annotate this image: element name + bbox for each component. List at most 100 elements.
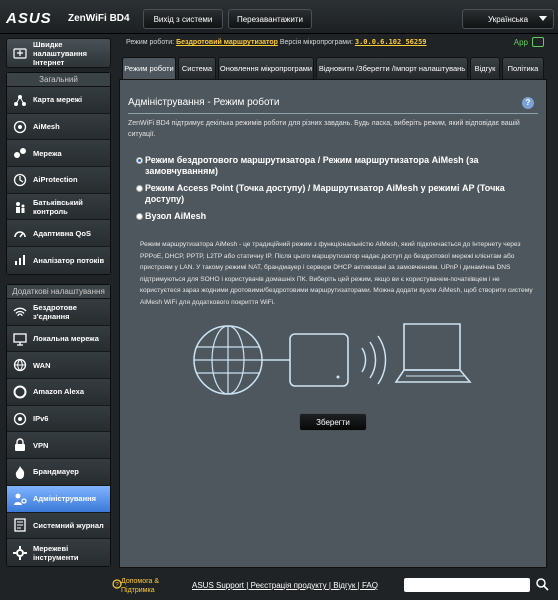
sidebar-item-label: Адміністрування [33, 494, 97, 504]
top-bar: ASUS ZenWiFi BD4 Вихід з системи Перезав… [0, 0, 558, 34]
sidebar-item-vpn[interactable]: VPN [7, 432, 110, 460]
network-icon [13, 146, 27, 160]
main-panel: Адміністрування - Режим роботи ? ZenWiFi… [119, 79, 547, 568]
sidebar-item-adaptive-qos[interactable]: Адаптивна QoS [7, 220, 110, 248]
help-support-label[interactable]: Допомога & Підтримка [121, 577, 191, 595]
laptop-icon [394, 323, 472, 383]
system-log-icon [13, 518, 27, 532]
radio-label: Режим бездротового маршрутизатора / Режи… [145, 155, 479, 176]
help-icon[interactable]: ? [522, 97, 534, 109]
radio-wireless-router-mode[interactable]: Режим бездротового маршрутизатора / Режи… [136, 155, 531, 177]
radio-unselected-icon [136, 185, 143, 192]
mode-description: Режим маршрутизатора AiMesh - це традиці… [140, 241, 533, 306]
search-input[interactable] [404, 578, 530, 592]
sidebar-item-network[interactable]: Мережа [7, 140, 110, 168]
tab-privacy[interactable]: Політика [502, 57, 544, 79]
sidebar-item-label: VPN [33, 440, 49, 450]
chevron-down-icon [539, 16, 547, 21]
sidebar-item-aimesh[interactable]: AiMesh [7, 113, 110, 141]
sidebar-item-label: Системний журнал [33, 520, 104, 530]
firmware-version-link[interactable]: 3.0.0.6.102_56259 [355, 38, 427, 46]
firmware-prefix: Версія мікропрограми: [279, 39, 353, 46]
sidebar-item-label: WAN [33, 360, 51, 370]
sidebar-item-label: AiProtection [33, 175, 78, 185]
sidebar-item-label: Мережа [33, 148, 62, 158]
operation-mode-link[interactable]: Бездротовий маршрутизатор [176, 39, 278, 46]
search-icon[interactable] [535, 577, 549, 591]
sidebar-item-system-log[interactable]: Системний журнал [7, 512, 110, 540]
tab-firmware-upgrade[interactable]: Оновлення мікропрограми [218, 57, 314, 79]
firewall-icon [13, 465, 27, 479]
tab-operation-mode[interactable]: Режим роботи [122, 57, 176, 79]
footer-links: ASUS Support | Реєстрація продукту | Від… [192, 581, 378, 590]
sidebar-item-parental-control[interactable]: Батьківський контроль [7, 193, 110, 221]
mode-illustration [193, 323, 472, 395]
footer-link-asus-support[interactable]: ASUS Support [192, 581, 244, 590]
globe-icon [193, 325, 263, 395]
save-button[interactable]: Зберегти [299, 413, 367, 431]
wireless-icon [13, 305, 27, 319]
sidebar-item-label: AiMesh [33, 122, 60, 132]
radio-selected-icon [136, 157, 143, 164]
qos-icon [13, 226, 27, 240]
language-select[interactable]: Українська [462, 9, 554, 29]
logout-button[interactable]: Вихід з системи [143, 9, 223, 29]
sidebar-item-ipv6[interactable]: IPv6 [7, 405, 110, 433]
footer-link-feedback[interactable]: Відгук [333, 581, 355, 590]
aimesh-icon [13, 120, 27, 134]
sidebar-item-label: Мережеві інструменти [33, 543, 79, 562]
sidebar-item-label: Локальна мережа [33, 334, 99, 344]
tab-restore-save-settings[interactable]: Відновити /Зберегти /Імпорт налаштувань [316, 57, 468, 79]
vpn-icon [13, 438, 27, 452]
tab-feedback[interactable]: Відгук [470, 57, 500, 79]
sidebar-item-administration[interactable]: Адміністрування [7, 485, 110, 513]
radio-access-point-mode[interactable]: Режим Access Point (Точка доступу) / Мар… [136, 183, 531, 205]
traffic-analyzer-icon [13, 253, 27, 267]
network-tools-icon [13, 545, 27, 560]
advanced-group: Додаткові налаштування Бездротове з'єдна… [6, 284, 111, 567]
sidebar-item-aiprotection[interactable]: AiProtection [7, 167, 110, 194]
sidebar-item-label: Батьківський контроль [33, 197, 83, 216]
brand-logo: ASUS [6, 10, 52, 27]
general-header: Загальний [7, 73, 110, 87]
sidebar-item-wireless[interactable]: Бездротове з'єднання [7, 299, 110, 326]
advanced-header: Додаткові налаштування [7, 285, 110, 299]
ipv6-icon [13, 412, 27, 426]
sidebar-item-label: Amazon Alexa [33, 387, 84, 397]
alexa-icon [13, 385, 27, 399]
app-link[interactable]: App [514, 38, 528, 47]
quick-setup-label: Швидке налаштування Інтернет [33, 39, 88, 67]
lan-icon [13, 332, 27, 346]
quick-setup-icon [13, 46, 27, 60]
parental-control-icon [13, 200, 27, 214]
sidebar-item-firewall[interactable]: Брандмауер [7, 459, 110, 486]
reboot-button[interactable]: Перезавантажити [228, 9, 312, 29]
model-name: ZenWiFi BD4 [68, 13, 130, 24]
sidebar-item-lan[interactable]: Локальна мережа [7, 325, 110, 353]
radio-label: Вузол AiMesh [145, 211, 207, 221]
radio-unselected-icon [136, 213, 143, 220]
title-divider [128, 113, 538, 114]
app-qr-icon[interactable] [532, 37, 544, 47]
footer-link-faq[interactable]: FAQ [362, 581, 378, 590]
sidebar-item-label: IPv6 [33, 414, 49, 424]
status-line: Режим роботи: Бездротовий маршрутизатор … [126, 38, 427, 46]
sidebar-item-label: Аналізатор потоків [33, 255, 105, 265]
tab-system[interactable]: Система [178, 57, 216, 79]
sidebar-item-network-tools[interactable]: Мережеві інструменти [7, 539, 110, 566]
network-map-icon [13, 93, 27, 107]
footer-link-product-registration[interactable]: Реєстрація продукту [251, 581, 327, 590]
sidebar-item-label: Бездротове з'єднання [33, 302, 77, 321]
sidebar-item-network-map[interactable]: Карта мережі [7, 87, 110, 114]
footer: ? Допомога & Підтримка ASUS Support | Ре… [112, 574, 558, 600]
sidebar-item-label: Карта мережі [33, 95, 83, 105]
radio-aimesh-node[interactable]: Вузол AiMesh [136, 211, 531, 222]
page-title: Адміністрування - Режим роботи [128, 97, 280, 108]
sidebar-item-wan[interactable]: WAN [7, 352, 110, 380]
sidebar-item-alexa[interactable]: Amazon Alexa [7, 379, 110, 406]
sidebar-item-traffic-analyzer[interactable]: Аналізатор потоків [7, 247, 110, 274]
wifi-waves-icon [361, 335, 387, 385]
intro-text: ZenWiFi BD4 підтримує декілька режимів р… [128, 120, 520, 138]
quick-internet-setup-button[interactable]: Швидке налаштування Інтернет [6, 38, 111, 68]
router-icon [289, 333, 349, 387]
